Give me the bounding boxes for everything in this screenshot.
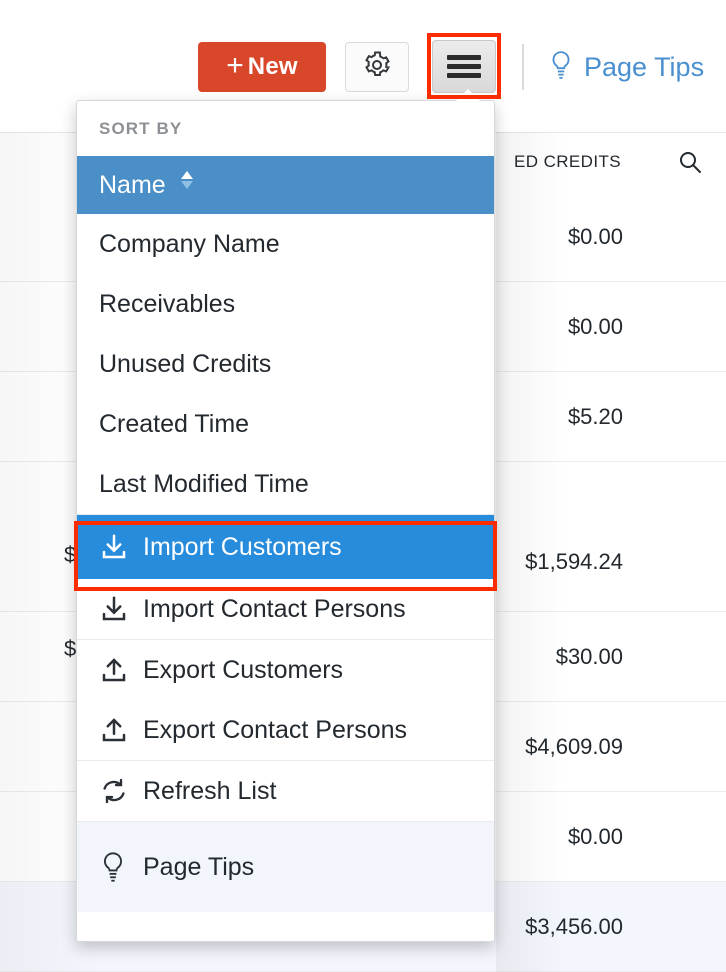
menu-item-label: Export Contact Persons	[143, 716, 407, 745]
toolbar-divider	[522, 44, 524, 90]
menu-item-refresh-list[interactable]: Refresh List	[77, 761, 494, 821]
column-header-unused-credits: ED CREDITS	[514, 152, 621, 172]
menu-item-sort-company-name[interactable]: Company Name	[77, 214, 494, 274]
menu-item-import-contact-persons[interactable]: Import Contact Persons	[77, 579, 494, 639]
upload-icon	[99, 715, 143, 745]
cell-unused-credits: $0.00	[568, 824, 623, 850]
menu-item-label: Name	[99, 171, 166, 200]
gear-icon	[362, 50, 392, 85]
menu-item-import-customers[interactable]: Import Customers	[77, 515, 494, 579]
top-toolbar: + New Page Tips	[0, 0, 726, 116]
menu-item-sort-unused-credits[interactable]: Unused Credits	[77, 334, 494, 394]
download-icon	[99, 594, 143, 624]
page-tips-link[interactable]: Page Tips	[548, 44, 704, 90]
row-left-partial: $	[64, 636, 76, 662]
sort-updown-icon	[178, 167, 196, 200]
lightbulb-icon	[99, 851, 143, 883]
settings-button[interactable]	[345, 42, 409, 92]
cell-unused-credits: $30.00	[556, 644, 623, 670]
new-button[interactable]: + New	[198, 42, 326, 92]
upload-icon	[99, 655, 143, 685]
menu-button[interactable]	[432, 40, 496, 93]
cell-unused-credits: $5.20	[568, 404, 623, 430]
row-left-partial: $	[64, 542, 76, 568]
hamburger-icon	[447, 51, 481, 82]
menu-item-export-contact-persons[interactable]: Export Contact Persons	[77, 700, 494, 760]
menu-item-label: Receivables	[99, 290, 235, 319]
menu-item-label: Company Name	[99, 230, 280, 259]
refresh-icon	[99, 776, 143, 806]
menu-item-label: Last Modified Time	[99, 470, 309, 499]
menu-item-page-tips[interactable]: Page Tips	[77, 822, 494, 912]
cell-unused-credits: $0.00	[568, 224, 623, 250]
menu-item-label: Import Customers	[143, 533, 342, 562]
menu-item-label: Page Tips	[143, 853, 254, 882]
cell-unused-credits: $4,609.09	[525, 734, 623, 760]
plus-icon: +	[226, 51, 244, 81]
menu-item-label: Import Contact Persons	[143, 595, 406, 624]
menu-item-sort-receivables[interactable]: Receivables	[77, 274, 494, 334]
menu-item-label: Export Customers	[143, 656, 343, 685]
new-button-label: New	[248, 53, 298, 81]
download-icon	[99, 532, 143, 562]
cell-unused-credits: $1,594.24	[525, 549, 623, 575]
menu-item-label: Unused Credits	[99, 350, 271, 379]
actions-dropdown-menu: SORT BY Name Company Name Receivables Un…	[76, 100, 495, 942]
cell-unused-credits: $3,456.00	[525, 914, 623, 940]
menu-item-sort-last-modified-time[interactable]: Last Modified Time	[77, 454, 494, 514]
cell-unused-credits: $0.00	[568, 314, 623, 340]
menu-item-sort-created-time[interactable]: Created Time	[77, 394, 494, 454]
menu-caret	[455, 89, 481, 102]
lightbulb-icon	[548, 50, 574, 85]
menu-item-label: Refresh List	[143, 777, 276, 806]
page-tips-label: Page Tips	[584, 52, 704, 83]
search-icon[interactable]	[678, 150, 702, 174]
sort-by-header: SORT BY	[77, 101, 494, 156]
menu-item-label: Created Time	[99, 410, 249, 439]
menu-item-export-customers[interactable]: Export Customers	[77, 640, 494, 700]
menu-item-sort-name[interactable]: Name	[77, 156, 494, 214]
